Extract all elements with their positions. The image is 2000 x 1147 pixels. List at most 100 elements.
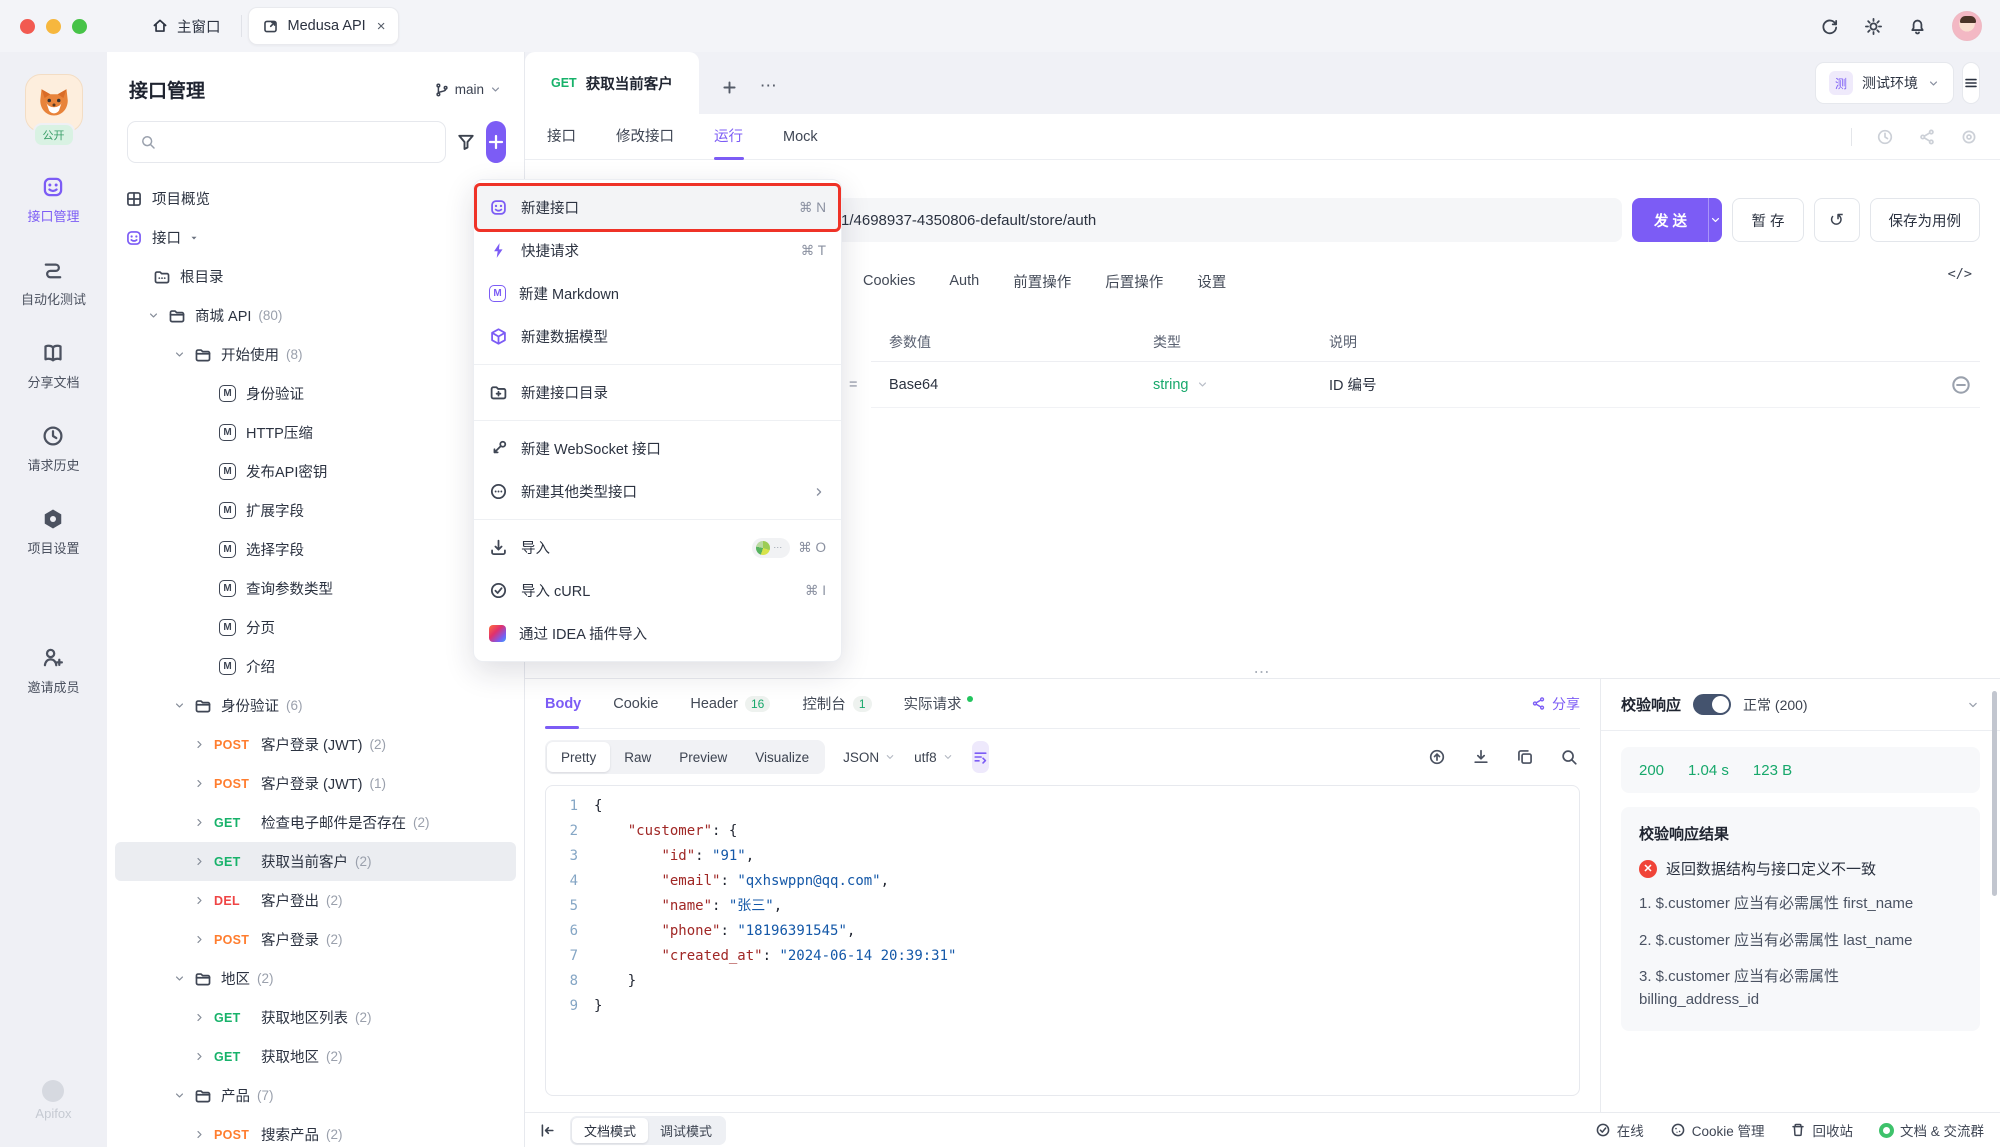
home-window-tab[interactable]: 主窗口 — [137, 16, 235, 37]
menu-item-快捷请求[interactable]: 快捷请求 ⌘ T — [474, 229, 841, 272]
send-options-chevron[interactable] — [1708, 198, 1723, 242]
settings-gear-icon[interactable] — [1864, 17, 1883, 36]
response-tab-Body[interactable]: Body — [545, 679, 581, 729]
user-avatar[interactable] — [1952, 11, 1982, 41]
minimize-window-button[interactable] — [46, 18, 61, 34]
mode-调试模式[interactable]: 调试模式 — [648, 1118, 724, 1143]
subnav-tab-Mock[interactable]: Mock — [783, 114, 818, 160]
splitter-drag-handle[interactable]: ⋯ — [1254, 662, 1272, 682]
tree-folder-item[interactable]: 地区 (2) — [115, 959, 516, 998]
chevron-right-icon[interactable] — [193, 1050, 206, 1063]
statusbar-item-文档 & 交流群[interactable]: 文档 & 交流群 — [1878, 1120, 1984, 1140]
search-body-icon[interactable] — [1560, 748, 1578, 766]
chevron-right-icon[interactable] — [193, 1011, 206, 1024]
view-option-Visualize[interactable]: Visualize — [741, 742, 823, 772]
tree-section-item[interactable]: 接口 — [115, 218, 516, 257]
project-window-tab[interactable]: Medusa API × — [247, 7, 400, 45]
new-tab-plus-icon[interactable] — [721, 79, 738, 96]
chevron-down-icon[interactable] — [173, 699, 186, 712]
tree-request-item[interactable]: GET 获取当前客户 (2) — [115, 842, 516, 881]
chevron-right-icon[interactable] — [193, 816, 206, 829]
scrollbar-thumb[interactable] — [1992, 691, 1997, 896]
statusbar-item-回收站[interactable]: 回收站 — [1790, 1120, 1853, 1140]
menu-item-导入 cURL[interactable]: 导入 cURL ⌘ I — [474, 569, 841, 612]
chevron-down-icon[interactable] — [173, 348, 186, 361]
remove-param-icon[interactable] — [1950, 374, 1980, 396]
close-window-button[interactable] — [20, 18, 35, 34]
param-type-select[interactable]: string — [1151, 377, 1311, 393]
menu-item-新建 Markdown[interactable]: M 新建 Markdown — [474, 272, 841, 315]
subnav-tab-运行[interactable]: 运行 — [714, 114, 743, 160]
share-node-icon[interactable] — [1918, 128, 1936, 146]
sidebar-item-6[interactable]: 邀请成员 — [27, 646, 80, 696]
response-tab-Header[interactable]: Header 16 — [690, 679, 771, 729]
search-input[interactable] — [127, 121, 446, 163]
tab-overflow-icon[interactable]: ⋯ — [760, 76, 778, 96]
request-tab-active[interactable]: GET 获取当前客户 — [525, 52, 699, 114]
view-option-Preview[interactable]: Preview — [665, 742, 741, 772]
tree-request-item[interactable]: GET 获取地区列表 (2) — [115, 998, 516, 1037]
menu-item-新建其他类型接口[interactable]: 新建其他类型接口 — [474, 470, 841, 513]
chevron-down-icon[interactable] — [173, 1089, 186, 1102]
zoom-window-button[interactable] — [72, 18, 87, 34]
tree-request-item[interactable]: GET 获取地区 (2) — [115, 1037, 516, 1076]
layout-menu-icon[interactable] — [1962, 62, 1980, 104]
tree-doc-item[interactable]: M 身份验证 — [115, 374, 516, 413]
view-option-Raw[interactable]: Raw — [610, 742, 665, 772]
history-icon[interactable] — [1876, 128, 1894, 146]
chevron-down-icon[interactable] — [1966, 698, 1980, 712]
sidebar-item-1[interactable]: 接口管理 — [27, 175, 80, 225]
validation-toggle[interactable] — [1693, 694, 1732, 715]
tree-request-item[interactable]: GET 检查电子邮件是否存在 (2) — [115, 803, 516, 842]
chevron-right-icon[interactable] — [193, 777, 206, 790]
config-tab-后置操作[interactable]: 后置操作 — [1105, 271, 1163, 292]
tree-doc-item[interactable]: M 扩展字段 — [115, 491, 516, 530]
tree-doc-item[interactable]: M 分页 — [115, 608, 516, 647]
chevron-right-icon[interactable] — [193, 1128, 206, 1141]
menu-item-通过 IDEA 插件导入[interactable]: 通过 IDEA 插件导入 — [474, 612, 841, 655]
tree-doc-item[interactable]: M 选择字段 — [115, 530, 516, 569]
menu-item-新建接口目录[interactable]: 新建接口目录 — [474, 371, 841, 414]
tree-request-item[interactable]: POST 搜索产品 (2) — [115, 1115, 516, 1147]
tree-doc-item[interactable]: M 发布API密钥 — [115, 452, 516, 491]
mode-文档模式[interactable]: 文档模式 — [572, 1117, 649, 1143]
response-tab-Cookie[interactable]: Cookie — [613, 679, 658, 729]
branch-selector[interactable]: main — [434, 82, 502, 98]
menu-item-导入[interactable]: 导入 ⋯ ⌘ O — [474, 526, 841, 569]
chevron-right-icon[interactable] — [193, 933, 206, 946]
sidebar-item-4[interactable]: 请求历史 — [27, 424, 80, 474]
config-tab-设置[interactable]: 设置 — [1197, 271, 1226, 292]
tree-folder-item[interactable]: 商城 API (80) — [115, 296, 516, 335]
tree-request-item[interactable]: DEL 客户登出 (2) — [115, 881, 516, 920]
chevron-right-icon[interactable] — [193, 738, 206, 751]
param-value-input[interactable]: Base64 — [871, 377, 1151, 393]
statusbar-item-在线[interactable]: 在线 — [1595, 1120, 1644, 1140]
target-settings-icon[interactable] — [1960, 128, 1978, 146]
config-tab-前置操作[interactable]: 前置操作 — [1013, 271, 1071, 292]
upload-circle-icon[interactable] — [1428, 748, 1446, 766]
menu-item-新建数据模型[interactable]: 新建数据模型 — [474, 315, 841, 358]
tree-request-item[interactable]: POST 客户登录 (JWT) (2) — [115, 725, 516, 764]
response-body-code[interactable]: 1{2 "customer": {3 "id": "91", 4 "email":… — [545, 785, 1580, 1096]
sidebar-item-5[interactable]: 项目设置 — [27, 507, 80, 557]
chevron-right-icon[interactable] — [193, 855, 206, 868]
tree-doc-item[interactable]: M HTTP压缩 — [115, 413, 516, 452]
stash-button[interactable]: 暂 存 — [1732, 198, 1804, 242]
tree-request-item[interactable]: POST 客户登录 (2) — [115, 920, 516, 959]
tree-root-item[interactable]: 根目录 — [115, 257, 516, 296]
copy-icon[interactable] — [1516, 748, 1534, 766]
send-button[interactable]: 发 送 — [1632, 198, 1709, 242]
chevron-down-icon[interactable] — [147, 309, 160, 322]
config-tab-Cookies[interactable]: Cookies — [863, 273, 915, 289]
collapse-sidebar-icon[interactable] — [539, 1122, 556, 1139]
subnav-tab-修改接口[interactable]: 修改接口 — [616, 114, 674, 160]
chevron-down-icon[interactable] — [173, 972, 186, 985]
close-tab-icon[interactable]: × — [377, 18, 386, 35]
tree-folder-item[interactable]: 产品 (7) — [115, 1076, 516, 1115]
tree-doc-item[interactable]: M 介绍 — [115, 647, 516, 686]
response-tab-控制台[interactable]: 控制台 1 — [802, 679, 872, 729]
chevron-right-icon[interactable] — [193, 894, 206, 907]
sync-icon[interactable] — [1820, 17, 1839, 36]
filter-funnel-icon[interactable] — [456, 125, 476, 159]
tree-section-item[interactable]: 项目概览 — [115, 179, 516, 218]
